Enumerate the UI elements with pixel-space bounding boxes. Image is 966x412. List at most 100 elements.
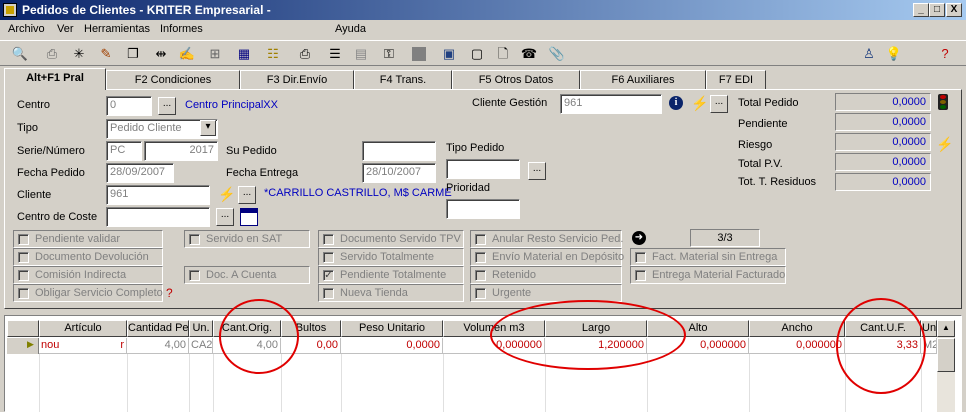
check-envio-material-deposito[interactable]: Envío Material en Depósito [470, 248, 624, 266]
printer-icon[interactable]: ⎙ [296, 45, 314, 63]
cliente-lookup-button[interactable]: ... [238, 186, 256, 204]
cell-articulo[interactable]: nou r [39, 338, 127, 354]
bulb-icon[interactable]: 💡 [885, 45, 903, 63]
cell-ancho[interactable]: 0,000000 [749, 338, 845, 354]
info-icon[interactable]: i [669, 96, 683, 110]
serie-input[interactable]: PC [106, 141, 142, 161]
col-ancho[interactable]: Ancho [749, 320, 845, 337]
check-pendiente-totalmente[interactable]: ✓ Pendiente Totalmente [318, 266, 464, 284]
menu-ver[interactable]: Ver [57, 23, 74, 35]
menu-ayuda[interactable]: Ayuda [335, 23, 366, 35]
help-icon[interactable]: ? [936, 45, 954, 63]
tools-icon[interactable]: ✳ [70, 45, 88, 63]
maximize-button[interactable]: □ [929, 3, 945, 17]
check-fact-material-sin-entrega[interactable]: Fact. Material sin Entrega [630, 248, 786, 266]
menu-herramientas[interactable]: Herramientas [84, 23, 150, 35]
col-peso-unitario[interactable]: Peso Unitario [341, 320, 443, 337]
scroll-up-button[interactable]: ▲ [937, 320, 955, 337]
help-icon[interactable]: ? [166, 286, 173, 300]
tab-trans[interactable]: F4 Trans. [354, 70, 452, 90]
cell-cantidad-pendiente[interactable]: 4,00 [127, 338, 189, 354]
tab-edi[interactable]: F7 EDI [706, 70, 766, 90]
lightning-icon[interactable]: ⚡ [691, 95, 708, 112]
menu-archivo[interactable]: Archivo [8, 23, 45, 35]
check-entrega-material-facturado[interactable]: Entrega Material Facturado [630, 266, 786, 284]
brush-icon[interactable]: ✎ [97, 45, 115, 63]
minimize-button[interactable]: _ [913, 3, 929, 17]
check-doc-a-cuenta[interactable]: Doc. A Cuenta [184, 266, 310, 284]
riesgo-value: 0,0000 [835, 133, 931, 151]
centro-lookup-button[interactable]: ... [158, 97, 176, 115]
chevron-down-icon[interactable]: ▾ [200, 120, 216, 136]
centro-coste-input[interactable] [106, 207, 210, 227]
save-icon[interactable]: ▢ [468, 45, 486, 63]
tipo-pedido-input[interactable] [446, 159, 520, 179]
su-pedido-input[interactable] [362, 141, 436, 161]
check-pendiente-validar[interactable]: Pendiente validar [13, 230, 163, 248]
numero-input[interactable]: 2017 [144, 141, 218, 161]
tipo-pedido-lookup-button[interactable]: ... [528, 162, 546, 180]
app-icon[interactable] [3, 3, 17, 17]
col-articulo[interactable]: Artículo [39, 320, 127, 337]
col-cantidad-pendiente[interactable]: Cantidad Pendie [127, 320, 189, 337]
calendar-icon[interactable]: ▦ [235, 45, 253, 63]
check-documento-devolucion[interactable]: Documento Devolución [13, 248, 163, 266]
arrow-right-icon[interactable]: ➜ [632, 231, 646, 245]
fecha-pedido-input[interactable]: 28/09/2007 [106, 163, 174, 183]
calendar-icon[interactable] [240, 208, 258, 226]
close-button[interactable]: X [946, 3, 962, 17]
centro-coste-lookup-button[interactable]: ... [216, 208, 234, 226]
vertical-scrollbar[interactable]: ▲ [937, 320, 955, 412]
edit-icon[interactable]: ✍ [178, 45, 196, 63]
annotation-circle [836, 298, 926, 394]
total-pv-label: Total P.V. [738, 158, 783, 170]
check-anular-resto[interactable]: Anular Resto Servicio Ped. [470, 230, 623, 248]
copy-icon[interactable]: ❐ [124, 45, 142, 63]
chart-icon[interactable]: ☷ [264, 45, 282, 63]
phone-icon[interactable]: ☎ [520, 45, 538, 63]
tab-auxiliares[interactable]: F6 Auxiliares [580, 70, 706, 90]
annotation-circle [219, 299, 299, 374]
check-obligar-servicio[interactable]: Obligar Servicio Completo [13, 284, 163, 302]
cliente-input[interactable]: 961 [106, 185, 210, 205]
stop-icon[interactable] [410, 45, 428, 63]
preview-icon[interactable]: 🔍 [11, 45, 29, 63]
fecha-entrega-input[interactable]: 28/10/2007 [362, 163, 436, 183]
clip-icon[interactable]: 📎 [548, 45, 566, 63]
cliente-gestion-lookup-button[interactable]: ... [710, 95, 728, 113]
tab-condiciones[interactable]: F2 Condiciones [106, 70, 240, 90]
table-icon[interactable]: ▤ [352, 45, 370, 63]
user-icon[interactable]: ♙ [860, 45, 878, 63]
check-retenido[interactable]: Retenido [470, 266, 622, 284]
total-pv-value: 0,0000 [835, 153, 931, 171]
prioridad-input[interactable] [446, 199, 520, 219]
check-servido-sat[interactable]: Servido en SAT [184, 230, 310, 248]
tab-dir-envio[interactable]: F3 Dir.Envío [240, 70, 354, 90]
record-counter: 3/3 [690, 229, 760, 247]
doc-icon[interactable]: 🗋 [494, 45, 512, 63]
grid-icon[interactable]: ▣ [440, 45, 458, 63]
check-servido-totalmente[interactable]: Servido Totalmente [318, 248, 464, 266]
lightning-icon[interactable]: ⚡ [218, 186, 235, 203]
centro-input[interactable]: 0 [106, 96, 152, 116]
key-icon[interactable]: ⚿ [380, 45, 398, 63]
su-pedido-label: Su Pedido [226, 145, 277, 157]
annotation-circle [490, 300, 686, 370]
list-icon[interactable]: ☰ [326, 45, 344, 63]
tab-pral[interactable]: Alt+F1 Pral [4, 68, 106, 90]
split-icon[interactable]: ⇹ [152, 45, 170, 63]
cliente-gestion-input[interactable]: 961 [560, 94, 662, 114]
cell-un[interactable]: CA2 [189, 338, 213, 354]
tree-icon[interactable]: ⊞ [206, 45, 224, 63]
cell-peso-unitario[interactable]: 0,0000 [341, 338, 443, 354]
row-indicator[interactable]: ▶ [7, 338, 39, 354]
print-icon[interactable]: ⎙ [43, 45, 61, 63]
menu-informes[interactable]: Informes [160, 23, 203, 35]
check-documento-servido-tpv[interactable]: Documento Servido TPV [318, 230, 464, 248]
scroll-thumb[interactable] [937, 338, 955, 372]
lines-grid[interactable]: Artículo Cantidad Pendie Un. Cant.Orig. … [4, 315, 962, 412]
tab-otros-datos[interactable]: F5 Otros Datos [452, 70, 580, 90]
col-un[interactable]: Un. [189, 320, 213, 337]
check-comision-indirecta[interactable]: Comisión Indirecta [13, 266, 163, 284]
check-nueva-tienda[interactable]: Nueva Tienda [318, 284, 464, 302]
